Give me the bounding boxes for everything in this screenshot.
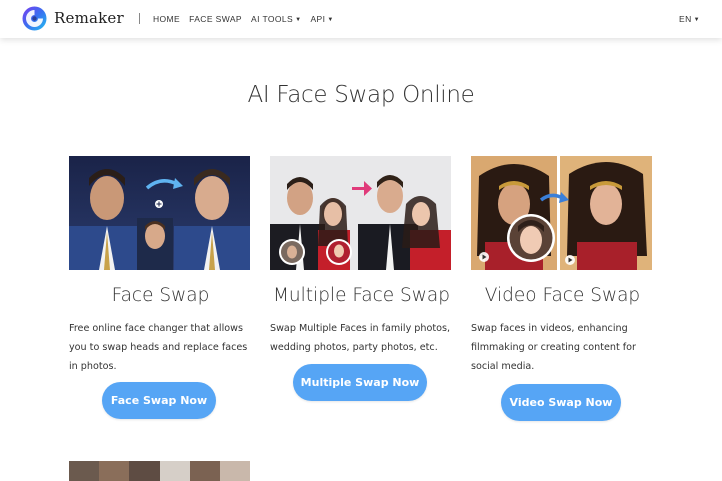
card-title: Multiple Face Swap <box>272 285 451 306</box>
face-swap-image[interactable] <box>69 156 250 270</box>
button-label: Video Swap Now <box>509 396 613 409</box>
nav-item-label: API <box>310 14 326 24</box>
multiple-swap-now-button[interactable]: Multiple Swap Now <box>293 364 427 401</box>
card-video-face-swap: Video Face Swap Swap faces in videos, en… <box>471 156 654 421</box>
nav-item-label: FACE SWAP <box>189 14 242 24</box>
nav-item-api[interactable]: API ▼ <box>310 14 333 24</box>
language-selector[interactable]: EN ▼ <box>679 14 700 24</box>
thumb-2 <box>99 461 130 481</box>
thumb-4 <box>159 461 190 481</box>
thumb-5 <box>189 461 220 481</box>
card-description: Swap Multiple Faces in family photos, we… <box>270 323 451 353</box>
nav-item-face-swap[interactable]: FACE SWAP <box>189 14 242 24</box>
remaker-logo-icon[interactable] <box>22 6 47 31</box>
page-title: AI Face Swap Online <box>247 82 475 108</box>
card-multiple-face-swap: Multiple Face Swap Swap Multiple Faces i… <box>270 156 453 401</box>
brand-name[interactable]: Remaker <box>54 9 124 27</box>
nav-item-label: HOME <box>153 14 181 24</box>
nav-divider <box>139 13 140 24</box>
video-swap-now-button[interactable]: Video Swap Now <box>501 384 621 421</box>
card-face-swap: Face Swap Free online face changer that … <box>69 156 252 419</box>
next-card-image-partial[interactable] <box>69 461 251 481</box>
card-title: Video Face Swap <box>484 285 641 306</box>
play-icon <box>479 252 489 262</box>
caret-down-icon: ▼ <box>295 17 302 23</box>
nav-item-label: AI TOOLS <box>251 14 294 24</box>
language-label: EN <box>679 14 692 24</box>
multiple-face-swap-image[interactable] <box>270 156 451 270</box>
card-description: Free online face changer that allows you… <box>69 323 248 372</box>
caret-down-icon: ▼ <box>327 17 334 23</box>
top-navbar: Remaker HOME FACE SWAP AI TOOLS ▼ API ▼ EN… <box>0 0 722 38</box>
play-icon <box>565 255 575 265</box>
caret-down-icon: ▼ <box>693 17 700 23</box>
face-swap-now-button[interactable]: Face Swap Now <box>102 382 216 419</box>
thumb-1 <box>69 461 100 481</box>
button-label: Face Swap Now <box>110 394 208 407</box>
thumb-3 <box>129 461 160 481</box>
card-title: Face Swap <box>111 285 210 306</box>
card-description: Swap faces in videos, enhancing filmmaki… <box>471 323 636 372</box>
thumb-6 <box>219 461 251 481</box>
button-label: Multiple Swap Now <box>300 376 420 389</box>
nav-item-ai-tools[interactable]: AI TOOLS ▼ <box>251 14 301 24</box>
video-face-swap-image[interactable] <box>471 156 652 270</box>
nav-item-home[interactable]: HOME <box>153 14 180 24</box>
nav-menu: HOME FACE SWAP AI TOOLS ▼ API ▼ <box>153 14 334 24</box>
